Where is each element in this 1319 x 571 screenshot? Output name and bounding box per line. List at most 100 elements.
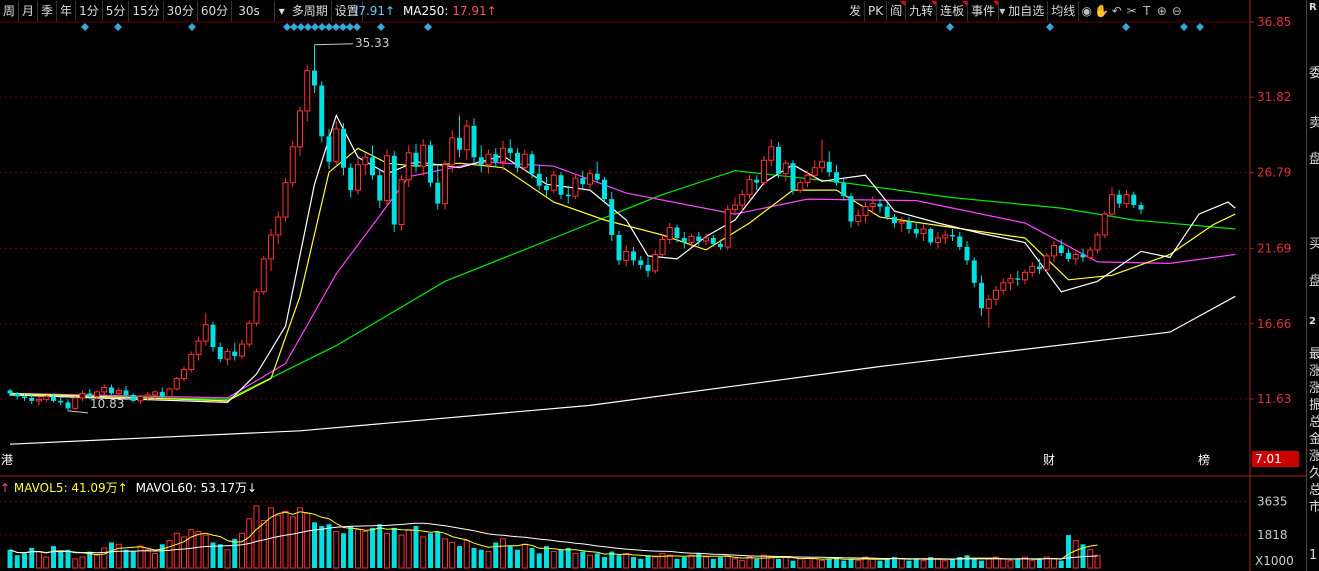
candle	[312, 44, 317, 93]
candle-body	[1007, 277, 1014, 284]
candle	[202, 312, 209, 346]
candle	[246, 320, 253, 348]
candle	[855, 209, 862, 227]
price-tick-label: 26.79	[1257, 165, 1291, 179]
volume-bar	[463, 540, 470, 569]
candle-body	[370, 157, 375, 176]
volume-bar	[869, 558, 876, 569]
candle	[536, 164, 542, 191]
event-diamond-icon	[325, 23, 333, 31]
candle	[993, 285, 999, 306]
high-pointer	[314, 43, 354, 46]
candle-body	[898, 221, 905, 224]
candle-body	[1094, 234, 1101, 251]
low-pointer	[67, 410, 89, 414]
candle-body	[811, 167, 818, 176]
candle-body	[297, 110, 303, 148]
volume-bar	[979, 560, 984, 568]
candle	[935, 231, 941, 249]
volume-bar	[681, 557, 687, 568]
candle-body	[834, 172, 839, 183]
volume-bar	[217, 544, 223, 568]
volume-bar	[123, 549, 129, 568]
price-tick-label: 36.85	[1257, 15, 1291, 29]
candle	[819, 139, 825, 173]
event-diamond-icon	[1180, 23, 1188, 31]
candle	[1007, 273, 1014, 291]
candle	[746, 175, 753, 200]
candle	[485, 149, 492, 174]
candle-body	[101, 386, 108, 393]
candle	[405, 145, 412, 188]
volume-bar	[1072, 540, 1079, 569]
volume-bar	[776, 558, 781, 568]
volume-bar	[130, 551, 136, 568]
volume-bar	[877, 560, 883, 568]
candle	[580, 170, 586, 189]
candle	[942, 230, 949, 244]
candle-body	[405, 152, 412, 181]
candle	[239, 339, 245, 360]
volume-bar	[587, 554, 593, 569]
volume-bar	[137, 545, 144, 569]
event-diamond-icon	[339, 23, 347, 31]
candle-body	[144, 394, 151, 397]
volume-bar	[232, 538, 238, 568]
candle-body	[696, 236, 702, 241]
price-tick-label: 11.63	[1257, 392, 1291, 406]
candle	[413, 143, 419, 173]
candle-body	[645, 264, 651, 271]
candle	[834, 164, 839, 186]
event-diamond-icon	[114, 23, 122, 31]
volume-bar	[1066, 535, 1071, 568]
volume-bar	[1058, 560, 1064, 568]
candle	[950, 229, 955, 241]
candle	[1015, 270, 1021, 286]
candle-body	[471, 125, 477, 158]
volume-bar	[341, 533, 346, 568]
candle-body	[869, 203, 876, 208]
volume-bar	[405, 529, 412, 569]
candle-body	[181, 369, 187, 379]
last-price-badge: 7.01	[1252, 451, 1299, 467]
candle-body	[565, 194, 571, 197]
event-diamond-icon	[946, 23, 954, 31]
candle-body	[776, 146, 781, 174]
candle-body	[732, 204, 738, 211]
volume-bar	[754, 558, 760, 568]
volume-bar	[43, 556, 50, 569]
volume-bar	[703, 556, 709, 569]
candle-body	[239, 343, 245, 357]
volume-bar	[398, 534, 405, 569]
volume-bar	[449, 541, 456, 569]
candle	[659, 234, 666, 258]
candle	[253, 288, 260, 327]
candle-body	[391, 155, 397, 225]
volume-bar	[985, 558, 992, 569]
event-diamond-icon	[377, 23, 385, 31]
volume-bar	[558, 549, 564, 568]
candle	[718, 239, 723, 250]
candle-body	[1080, 254, 1086, 258]
volume-bar	[826, 558, 832, 568]
candle	[623, 245, 630, 267]
candle-body	[1138, 205, 1144, 210]
candle	[848, 193, 854, 228]
volume-bar	[413, 526, 419, 568]
volume-bar	[312, 522, 317, 568]
volume-bar	[645, 555, 651, 568]
candle-body	[993, 289, 999, 300]
candle-body	[500, 147, 506, 163]
candle-body	[413, 152, 419, 167]
candle	[428, 140, 433, 188]
candle	[1101, 211, 1108, 238]
event-diamond-icon	[297, 23, 305, 31]
right-strip-char: 1	[1309, 548, 1318, 563]
volume-bar	[1007, 560, 1014, 569]
candle	[362, 152, 369, 176]
volume-bar	[913, 558, 919, 568]
volume-bar	[101, 547, 108, 569]
candle-body	[326, 136, 332, 162]
volume-bar	[790, 560, 796, 568]
volume-legend: ↑ MAVOL5: 41.09万↑ MAVOL60: 53.17万↓	[0, 479, 257, 496]
